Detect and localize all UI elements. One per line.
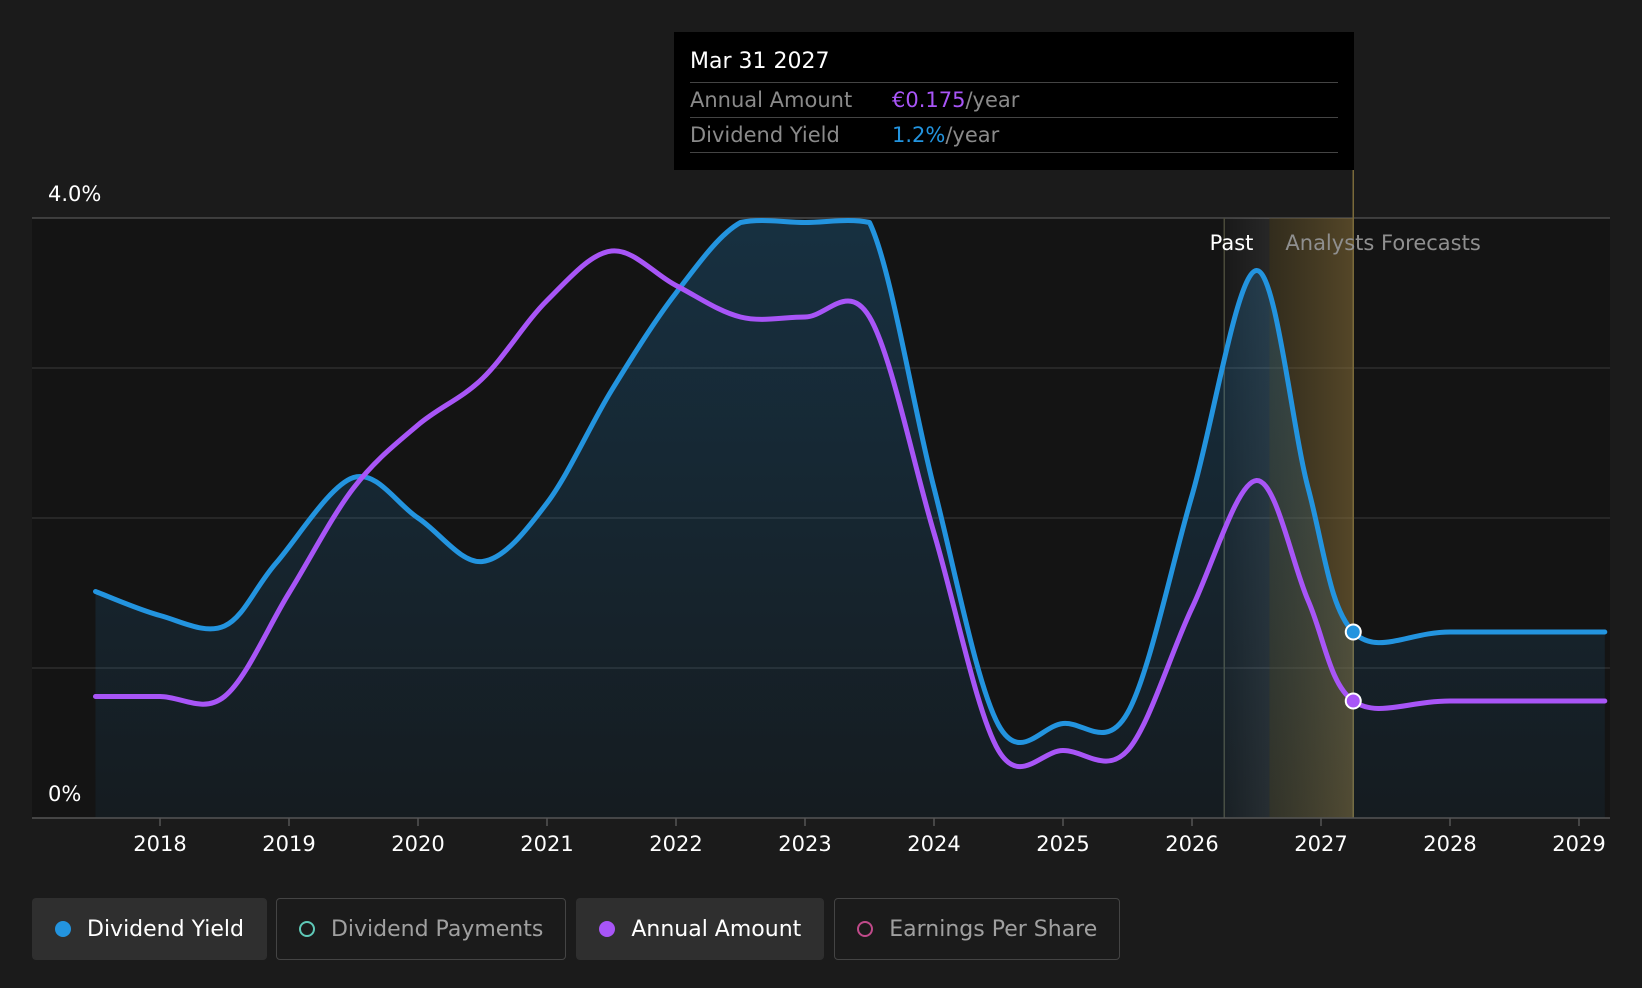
x-tick-label: 2019	[262, 832, 315, 856]
tooltip-unit: /year	[945, 123, 1000, 147]
filled-dot-icon	[55, 921, 71, 937]
tooltip-date: Mar 31 2027	[690, 32, 1338, 83]
legend-dividend-yield[interactable]: Dividend Yield	[32, 898, 267, 960]
dividend-yield-marker	[1344, 623, 1362, 641]
y-axis-label-bottom: 0%	[48, 782, 81, 806]
x-tick-label: 2028	[1423, 832, 1476, 856]
legend-label: Annual Amount	[631, 916, 802, 942]
tooltip-row-annual-amount: Annual Amount €0.175/year	[690, 83, 1338, 118]
tooltip-value: €0.175	[892, 88, 966, 112]
past-label: Past	[1210, 231, 1254, 255]
legend-label: Earnings Per Share	[889, 916, 1098, 942]
tooltip-value: 1.2%	[892, 123, 946, 147]
x-tick-label: 2022	[649, 832, 702, 856]
tooltip-label: Dividend Yield	[690, 123, 840, 147]
legend-earnings-per-share[interactable]: Earnings Per Share	[834, 898, 1121, 960]
legend-label: Dividend Yield	[87, 916, 244, 942]
axis-layer: 2018 2019 2020 2021 2022 2023 2024 2025 2026 2027…	[32, 817, 1610, 856]
tooltip: Mar 31 2027 Annual Amount €0.175/year Di…	[674, 32, 1354, 170]
tooltip-row-dividend-yield: Dividend Yield 1.2%/year	[690, 118, 1338, 153]
x-tick-label: 2021	[520, 832, 573, 856]
x-tick-label: 2027	[1294, 832, 1347, 856]
tooltip-unit: /year	[965, 88, 1020, 112]
y-axis-label-top: 4.0%	[48, 182, 101, 206]
x-tick-label: 2018	[133, 832, 186, 856]
forecast-label: Analysts Forecasts	[1285, 231, 1480, 255]
legend-annual-amount[interactable]: Annual Amount	[576, 898, 825, 960]
x-tick-label: 2025	[1036, 832, 1089, 856]
filled-dot-icon	[599, 921, 616, 937]
hollow-dot-icon	[298, 921, 315, 937]
hollow-dot-icon	[857, 921, 874, 937]
x-tick-label: 2024	[907, 832, 960, 856]
x-tick-label: 2029	[1552, 832, 1605, 856]
x-tick-label: 2023	[778, 832, 831, 856]
legend: Dividend Yield Dividend Payments Annual …	[32, 898, 1130, 960]
x-tick-label: 2020	[391, 832, 444, 856]
legend-label: Dividend Payments	[330, 916, 544, 942]
x-tick-label: 2026	[1165, 832, 1218, 856]
annual-amount-marker	[1344, 692, 1362, 710]
tooltip-label: Annual Amount	[690, 88, 853, 112]
legend-dividend-payments[interactable]: Dividend Payments	[275, 898, 567, 960]
